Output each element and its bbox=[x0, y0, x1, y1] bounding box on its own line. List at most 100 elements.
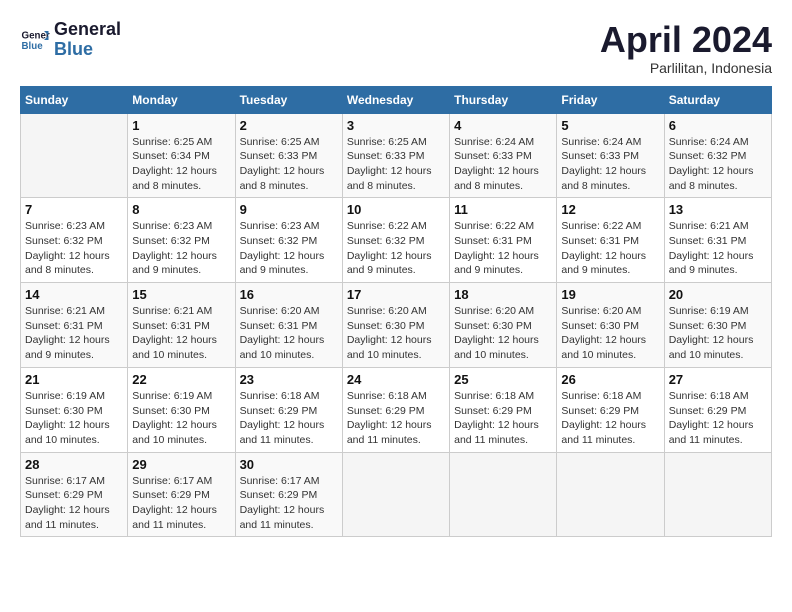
calendar-cell: 2Sunrise: 6:25 AM Sunset: 6:33 PM Daylig… bbox=[235, 113, 342, 198]
weekday-header-friday: Friday bbox=[557, 86, 664, 113]
day-number: 11 bbox=[454, 202, 552, 217]
day-info: Sunrise: 6:25 AM Sunset: 6:33 PM Dayligh… bbox=[347, 135, 445, 194]
day-info: Sunrise: 6:19 AM Sunset: 6:30 PM Dayligh… bbox=[132, 389, 230, 448]
month-title: April 2024 bbox=[600, 20, 772, 60]
day-info: Sunrise: 6:18 AM Sunset: 6:29 PM Dayligh… bbox=[454, 389, 552, 448]
day-number: 25 bbox=[454, 372, 552, 387]
day-number: 6 bbox=[669, 118, 767, 133]
day-number: 30 bbox=[240, 457, 338, 472]
calendar-cell: 25 Sunrise: 6:18 AM Sunset: 6:29 PM Dayli… bbox=[450, 367, 557, 452]
day-number: 19 bbox=[561, 287, 659, 302]
calendar-cell: 15 Sunrise: 6:21 AM Sunset: 6:31 PM Dayli… bbox=[128, 283, 235, 368]
day-info: Sunrise: 6:18 AM Sunset: 6:29 PM Dayligh… bbox=[669, 389, 767, 448]
calendar-cell: 14 Sunrise: 6:21 AM Sunset: 6:31 PM Dayli… bbox=[21, 283, 128, 368]
day-number: 17 bbox=[347, 287, 445, 302]
day-number: 23 bbox=[240, 372, 338, 387]
header: General Blue General Blue April 2024 Par… bbox=[20, 20, 772, 76]
weekday-header-monday: Monday bbox=[128, 86, 235, 113]
weekday-header-tuesday: Tuesday bbox=[235, 86, 342, 113]
weekday-header-thursday: Thursday bbox=[450, 86, 557, 113]
calendar-cell: 29 Sunrise: 6:17 AM Sunset: 6:29 PM Dayli… bbox=[128, 452, 235, 537]
calendar-cell: 13Sunrise: 6:21 AM Sunset: 6:31 PM Dayli… bbox=[664, 198, 771, 283]
day-number: 24 bbox=[347, 372, 445, 387]
calendar-cell bbox=[664, 452, 771, 537]
day-info: Sunrise: 6:21 AM Sunset: 6:31 PM Dayligh… bbox=[25, 304, 123, 363]
day-info: Sunrise: 6:19 AM Sunset: 6:30 PM Dayligh… bbox=[25, 389, 123, 448]
day-info: Sunrise: 6:24 AM Sunset: 6:32 PM Dayligh… bbox=[669, 135, 767, 194]
calendar-cell: 16 Sunrise: 6:20 AM Sunset: 6:31 PM Dayli… bbox=[235, 283, 342, 368]
day-number: 27 bbox=[669, 372, 767, 387]
calendar-cell: 7 Sunrise: 6:23 AM Sunset: 6:32 PM Daylig… bbox=[21, 198, 128, 283]
svg-text:Blue: Blue bbox=[22, 41, 44, 52]
calendar-cell bbox=[21, 113, 128, 198]
day-number: 15 bbox=[132, 287, 230, 302]
day-number: 10 bbox=[347, 202, 445, 217]
day-info: Sunrise: 6:18 AM Sunset: 6:29 PM Dayligh… bbox=[240, 389, 338, 448]
day-number: 13 bbox=[669, 202, 767, 217]
day-number: 8 bbox=[132, 202, 230, 217]
logo-general: General bbox=[54, 20, 121, 40]
calendar-cell: 26 Sunrise: 6:18 AM Sunset: 6:29 PM Dayli… bbox=[557, 367, 664, 452]
day-number: 3 bbox=[347, 118, 445, 133]
calendar-week-3: 14 Sunrise: 6:21 AM Sunset: 6:31 PM Dayli… bbox=[21, 283, 772, 368]
calendar-cell: 10 Sunrise: 6:22 AM Sunset: 6:32 PM Dayli… bbox=[342, 198, 449, 283]
day-number: 20 bbox=[669, 287, 767, 302]
day-info: Sunrise: 6:23 AM Sunset: 6:32 PM Dayligh… bbox=[132, 219, 230, 278]
day-info: Sunrise: 6:24 AM Sunset: 6:33 PM Dayligh… bbox=[454, 135, 552, 194]
calendar-week-1: 1Sunrise: 6:25 AM Sunset: 6:34 PM Daylig… bbox=[21, 113, 772, 198]
calendar-cell: 1Sunrise: 6:25 AM Sunset: 6:34 PM Daylig… bbox=[128, 113, 235, 198]
day-number: 22 bbox=[132, 372, 230, 387]
calendar-cell: 8 Sunrise: 6:23 AM Sunset: 6:32 PM Daylig… bbox=[128, 198, 235, 283]
day-number: 14 bbox=[25, 287, 123, 302]
day-info: Sunrise: 6:24 AM Sunset: 6:33 PM Dayligh… bbox=[561, 135, 659, 194]
calendar-cell: 3 Sunrise: 6:25 AM Sunset: 6:33 PM Daylig… bbox=[342, 113, 449, 198]
day-info: Sunrise: 6:17 AM Sunset: 6:29 PM Dayligh… bbox=[240, 474, 338, 533]
calendar-cell: 12 Sunrise: 6:22 AM Sunset: 6:31 PM Dayli… bbox=[557, 198, 664, 283]
day-info: Sunrise: 6:17 AM Sunset: 6:29 PM Dayligh… bbox=[25, 474, 123, 533]
day-number: 21 bbox=[25, 372, 123, 387]
day-info: Sunrise: 6:25 AM Sunset: 6:33 PM Dayligh… bbox=[240, 135, 338, 194]
calendar-week-4: 21 Sunrise: 6:19 AM Sunset: 6:30 PM Dayli… bbox=[21, 367, 772, 452]
logo-blue: Blue bbox=[54, 40, 121, 60]
calendar-cell: 24 Sunrise: 6:18 AM Sunset: 6:29 PM Dayli… bbox=[342, 367, 449, 452]
day-info: Sunrise: 6:17 AM Sunset: 6:29 PM Dayligh… bbox=[132, 474, 230, 533]
day-info: Sunrise: 6:18 AM Sunset: 6:29 PM Dayligh… bbox=[347, 389, 445, 448]
calendar-cell: 23 Sunrise: 6:18 AM Sunset: 6:29 PM Dayli… bbox=[235, 367, 342, 452]
day-number: 12 bbox=[561, 202, 659, 217]
day-number: 29 bbox=[132, 457, 230, 472]
day-info: Sunrise: 6:20 AM Sunset: 6:31 PM Dayligh… bbox=[240, 304, 338, 363]
day-info: Sunrise: 6:18 AM Sunset: 6:29 PM Dayligh… bbox=[561, 389, 659, 448]
calendar-cell: 21 Sunrise: 6:19 AM Sunset: 6:30 PM Dayli… bbox=[21, 367, 128, 452]
weekday-header-wednesday: Wednesday bbox=[342, 86, 449, 113]
title-area: April 2024 Parlilitan, Indonesia bbox=[600, 20, 772, 76]
day-number: 18 bbox=[454, 287, 552, 302]
day-info: Sunrise: 6:23 AM Sunset: 6:32 PM Dayligh… bbox=[25, 219, 123, 278]
calendar-cell: 5Sunrise: 6:24 AM Sunset: 6:33 PM Daylig… bbox=[557, 113, 664, 198]
calendar-cell: 18 Sunrise: 6:20 AM Sunset: 6:30 PM Dayli… bbox=[450, 283, 557, 368]
calendar-cell: 27 Sunrise: 6:18 AM Sunset: 6:29 PM Dayli… bbox=[664, 367, 771, 452]
calendar-cell bbox=[342, 452, 449, 537]
logo: General Blue General Blue bbox=[20, 20, 121, 60]
calendar-cell: 6 Sunrise: 6:24 AM Sunset: 6:32 PM Daylig… bbox=[664, 113, 771, 198]
day-number: 26 bbox=[561, 372, 659, 387]
day-info: Sunrise: 6:22 AM Sunset: 6:31 PM Dayligh… bbox=[561, 219, 659, 278]
day-number: 7 bbox=[25, 202, 123, 217]
calendar-cell: 19Sunrise: 6:20 AM Sunset: 6:30 PM Dayli… bbox=[557, 283, 664, 368]
calendar-cell: 4 Sunrise: 6:24 AM Sunset: 6:33 PM Daylig… bbox=[450, 113, 557, 198]
day-info: Sunrise: 6:22 AM Sunset: 6:32 PM Dayligh… bbox=[347, 219, 445, 278]
day-info: Sunrise: 6:20 AM Sunset: 6:30 PM Dayligh… bbox=[347, 304, 445, 363]
calendar-cell: 11 Sunrise: 6:22 AM Sunset: 6:31 PM Dayli… bbox=[450, 198, 557, 283]
location: Parlilitan, Indonesia bbox=[600, 60, 772, 76]
day-info: Sunrise: 6:22 AM Sunset: 6:31 PM Dayligh… bbox=[454, 219, 552, 278]
day-info: Sunrise: 6:21 AM Sunset: 6:31 PM Dayligh… bbox=[132, 304, 230, 363]
calendar-cell: 22 Sunrise: 6:19 AM Sunset: 6:30 PM Dayli… bbox=[128, 367, 235, 452]
logo-icon: General Blue bbox=[20, 25, 50, 55]
calendar-cell: 9Sunrise: 6:23 AM Sunset: 6:32 PM Daylig… bbox=[235, 198, 342, 283]
day-number: 9 bbox=[240, 202, 338, 217]
day-number: 4 bbox=[454, 118, 552, 133]
day-number: 16 bbox=[240, 287, 338, 302]
day-number: 28 bbox=[25, 457, 123, 472]
calendar-cell: 30 Sunrise: 6:17 AM Sunset: 6:29 PM Dayli… bbox=[235, 452, 342, 537]
day-info: Sunrise: 6:25 AM Sunset: 6:34 PM Dayligh… bbox=[132, 135, 230, 194]
day-info: Sunrise: 6:20 AM Sunset: 6:30 PM Dayligh… bbox=[454, 304, 552, 363]
